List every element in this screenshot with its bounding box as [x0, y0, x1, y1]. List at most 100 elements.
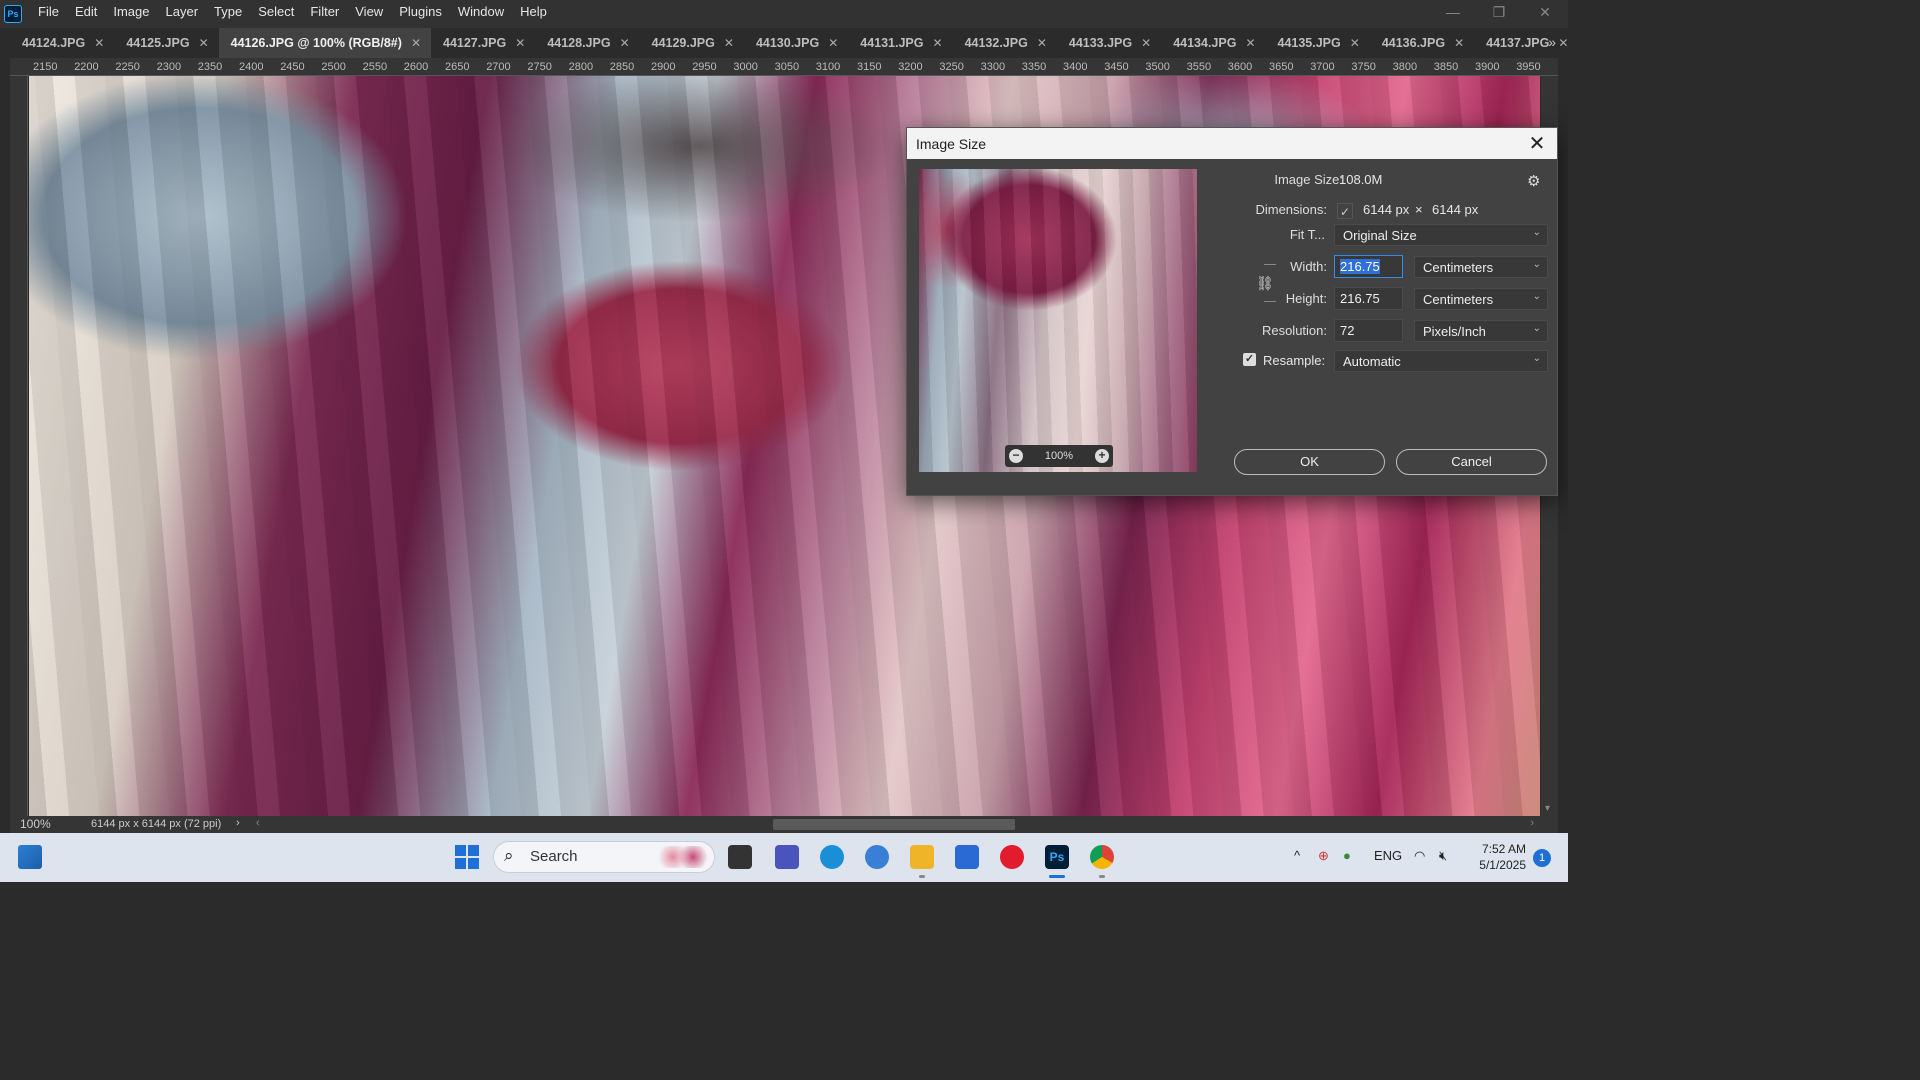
menu-edit[interactable]: Edit: [67, 0, 105, 28]
cancel-button[interactable]: Cancel: [1396, 449, 1547, 475]
tray-overflow-chevron-icon[interactable]: ^: [1294, 848, 1300, 863]
vertical-ruler[interactable]: [10, 76, 28, 816]
tab-document[interactable]: 44125.JPG ✕: [114, 28, 218, 58]
ruler-tick-label: 2650: [445, 61, 470, 73]
resolution-input[interactable]: 72: [1334, 319, 1403, 342]
tab-document[interactable]: 44128.JPG ✕: [535, 28, 639, 58]
image-preview[interactable]: − 100% +: [919, 169, 1197, 472]
resolution-value: 72: [1340, 323, 1355, 338]
resample-checkbox[interactable]: ✓: [1243, 353, 1256, 366]
tab-label: 44128.JPG: [547, 36, 611, 50]
height-unit-select[interactable]: Centimeters ⌄: [1414, 288, 1548, 310]
dimensions-height: 6144 px: [1432, 202, 1479, 217]
tab-close-icon[interactable]: ✕: [933, 36, 943, 50]
task-view-icon[interactable]: [728, 845, 752, 869]
height-input[interactable]: 216.75: [1334, 287, 1403, 310]
menu-filter[interactable]: Filter: [302, 0, 347, 28]
tab-document[interactable]: 44126.JPG @ 100% (RGB/8#) ✕: [218, 28, 431, 58]
tray-app-icon[interactable]: ⊕: [1318, 848, 1329, 864]
edge-icon[interactable]: [820, 845, 844, 869]
menu-help[interactable]: Help: [512, 0, 555, 28]
language-indicator[interactable]: ENG: [1374, 848, 1402, 863]
tab-document[interactable]: 44127.JPG ✕: [431, 28, 535, 58]
start-windows-icon[interactable]: [455, 845, 479, 869]
tab-document[interactable]: 44124.JPG ✕: [10, 28, 114, 58]
teams-icon[interactable]: [775, 845, 799, 869]
tab-document[interactable]: 44129.JPG ✕: [640, 28, 744, 58]
tab-close-icon[interactable]: ✕: [515, 36, 525, 50]
tab-close-icon[interactable]: ✕: [724, 36, 734, 50]
resolution-unit-select[interactable]: Pixels/Inch ⌄: [1414, 320, 1548, 342]
chrome-icon[interactable]: [1090, 845, 1114, 878]
scroll-left-icon[interactable]: ‹: [256, 817, 260, 829]
tab-document[interactable]: 44135.JPG ✕: [1266, 28, 1370, 58]
scroll-right-icon[interactable]: ›: [1530, 817, 1534, 829]
lens-icon[interactable]: [865, 845, 889, 869]
menu-layer[interactable]: Layer: [158, 0, 207, 28]
horizontal-scrollbar-thumb[interactable]: [773, 819, 1015, 830]
tab-close-icon[interactable]: ✕: [1558, 36, 1568, 50]
file-explorer-icon[interactable]: [910, 845, 934, 878]
dimensions-units-chevron-icon[interactable]: ✓: [1337, 203, 1353, 219]
tab-close-icon[interactable]: ✕: [1454, 36, 1464, 50]
fit-to-select[interactable]: Original Size ⌄: [1334, 224, 1548, 246]
taskbar-search[interactable]: ⌕ Search: [493, 841, 715, 873]
ruler-tick-label: 3750: [1351, 61, 1376, 73]
tab-document[interactable]: 44132.JPG ✕: [953, 28, 1057, 58]
minimize-icon[interactable]: —: [1430, 0, 1476, 28]
horizontal-ruler[interactable]: 2150 2200 2250 2300 2350 2400 2450 2500 2550 2600…: [10, 58, 1558, 76]
ruler-tick-label: 3700: [1310, 61, 1335, 73]
menu-view[interactable]: View: [347, 0, 391, 28]
tab-label: 44126.JPG @ 100% (RGB/8#): [230, 36, 402, 50]
zoom-in-icon[interactable]: +: [1094, 449, 1109, 463]
width-unit-select[interactable]: Centimeters ⌄: [1414, 256, 1548, 278]
menu-image[interactable]: Image: [105, 0, 157, 28]
opera-icon[interactable]: [1000, 845, 1024, 869]
notification-badge[interactable]: 1: [1533, 849, 1551, 867]
menu-select[interactable]: Select: [250, 0, 302, 28]
store-icon[interactable]: [955, 845, 979, 869]
photoshop-logo-icon[interactable]: Ps: [4, 5, 22, 23]
settings-gear-icon[interactable]: ⚙: [1527, 172, 1540, 190]
status-menu-arrow-icon[interactable]: ›: [236, 817, 240, 829]
tab-close-icon[interactable]: ✕: [620, 36, 630, 50]
tab-close-icon[interactable]: ✕: [1245, 36, 1255, 50]
menu-plugins[interactable]: Plugins: [391, 0, 450, 28]
widgets-icon[interactable]: [18, 845, 42, 869]
photoshop-taskbar-icon[interactable]: Ps: [1045, 845, 1069, 878]
scroll-down-icon[interactable]: ▾: [1545, 803, 1550, 814]
restore-icon[interactable]: ❐: [1476, 0, 1522, 28]
ruler-tick-label: 3200: [898, 61, 923, 73]
chevron-down-icon: ⌄: [1532, 323, 1541, 334]
ok-button[interactable]: OK: [1234, 449, 1385, 475]
tab-close-icon[interactable]: ✕: [1350, 36, 1360, 50]
dialog-close-icon[interactable]: ✕: [1525, 131, 1549, 156]
tab-close-icon[interactable]: ✕: [1141, 36, 1151, 50]
tab-close-icon[interactable]: ✕: [1037, 36, 1047, 50]
tab-overflow-icon[interactable]: »: [1548, 34, 1556, 50]
zoom-out-icon[interactable]: −: [1009, 449, 1023, 463]
tab-close-icon[interactable]: ✕: [199, 36, 209, 50]
zoom-level[interactable]: 100%: [20, 817, 51, 831]
tab-document[interactable]: 44130.JPG ✕: [744, 28, 848, 58]
clock[interactable]: 7:52 AM 5/1/2025: [1472, 841, 1526, 873]
volume-muted-icon[interactable]: 🔇︎: [1439, 848, 1447, 864]
tab-document[interactable]: 44133.JPG ✕: [1057, 28, 1161, 58]
tab-document[interactable]: 44134.JPG ✕: [1161, 28, 1265, 58]
tab-close-icon[interactable]: ✕: [411, 36, 421, 50]
link-chain-icon[interactable]: ⛓: [1256, 275, 1274, 292]
tray-globe-icon[interactable]: ●: [1343, 848, 1351, 863]
wifi-icon[interactable]: ◠: [1414, 848, 1425, 864]
tab-close-icon[interactable]: ✕: [94, 36, 104, 50]
width-input[interactable]: 216.75: [1334, 255, 1403, 278]
close-window-icon[interactable]: ✕: [1522, 0, 1568, 28]
menu-type[interactable]: Type: [206, 0, 250, 28]
resample-select[interactable]: Automatic ⌄: [1334, 350, 1548, 372]
tab-document[interactable]: 44136.JPG ✕: [1370, 28, 1474, 58]
menu-file[interactable]: File: [30, 0, 67, 28]
chevron-down-icon: ⌄: [1532, 353, 1541, 364]
tab-close-icon[interactable]: ✕: [828, 36, 838, 50]
resample-value: Automatic: [1343, 354, 1401, 369]
tab-document[interactable]: 44131.JPG ✕: [848, 28, 952, 58]
menu-window[interactable]: Window: [450, 0, 512, 28]
